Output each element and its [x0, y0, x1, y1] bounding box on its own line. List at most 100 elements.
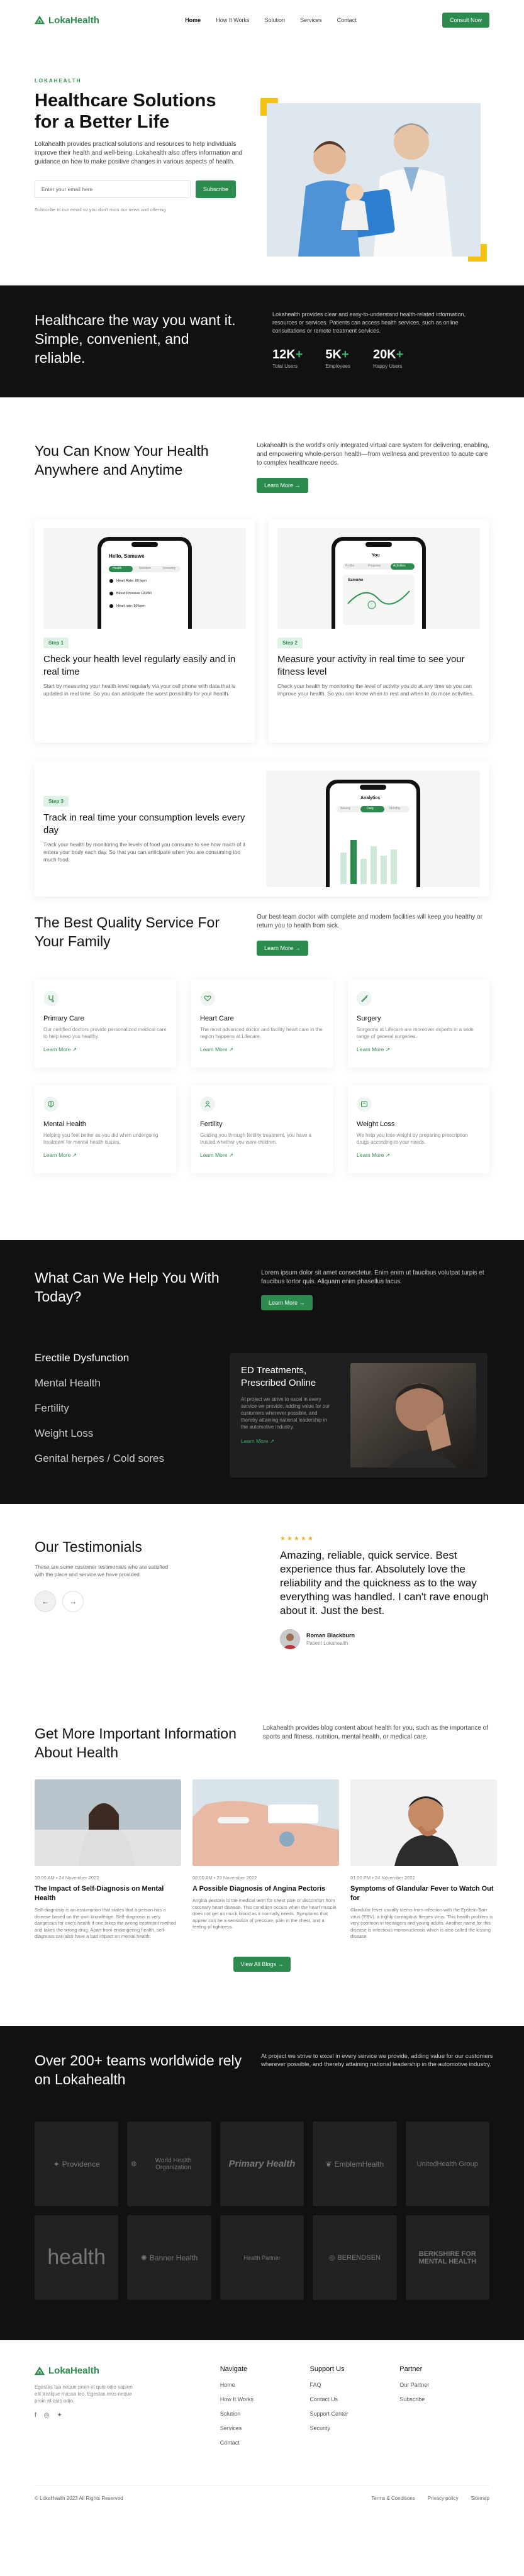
service-card-surgery[interactable]: Surgery Surgeons at Lifecare are moreove…: [348, 980, 489, 1068]
nav-link-solution[interactable]: Solution: [265, 17, 286, 23]
privacy-link[interactable]: Privacy policy: [428, 2496, 459, 2501]
step-badge: Step 3: [43, 796, 69, 807]
partner-logo-health-partner: Health Partner: [220, 2215, 304, 2300]
help-title: What Can We Help You With Today?: [35, 1269, 220, 1305]
services-title: The Best Quality Service For Your Family: [35, 914, 220, 949]
learn-more-label: Learn More: [200, 1046, 228, 1053]
footer-link-services[interactable]: Services: [220, 2425, 310, 2431]
help-description: Lorem ipsum dolor sit amet consectetur. …: [261, 1269, 484, 1285]
footer-about: Egestas tua neque proin et quis odio sap…: [35, 2384, 133, 2404]
help-item-fertility[interactable]: Fertility: [35, 1402, 164, 1415]
help-item-erectile-dysfunction[interactable]: Erectile Dysfunction: [35, 1352, 164, 1364]
hero-title: Healthcare Solutions for a Better Life: [35, 91, 216, 132]
service-learn-more-link[interactable]: Learn More ↗: [200, 1046, 324, 1053]
blog-post-image: [192, 1779, 339, 1866]
service-learn-more-link[interactable]: Learn More ↗: [43, 1046, 167, 1053]
footer-logo[interactable]: LokaHealth: [35, 2365, 220, 2376]
facebook-icon[interactable]: f: [35, 2412, 36, 2419]
footer-link-how-it-works[interactable]: How It Works: [220, 2396, 310, 2402]
blog-post-excerpt: Self-diagnosis is an assumption that sta…: [35, 1907, 176, 1939]
service-description: Guiding you through fertility treatment,…: [200, 1132, 311, 1145]
service-card-mental-health[interactable]: Mental Health Helping you feel better as…: [35, 1085, 176, 1173]
footer-link-security[interactable]: Security: [309, 2425, 399, 2431]
stat-label: Happy Users: [372, 363, 403, 369]
hero-description: Lokahealth provides practical solutions …: [35, 141, 243, 165]
services-description: Our best team doctor with complete and m…: [257, 914, 483, 929]
learn-more-label: Learn More: [264, 945, 294, 951]
phone-tab-health: Health: [113, 567, 122, 570]
sitemap-link[interactable]: Sitemap: [471, 2496, 489, 2501]
service-card-weight-loss[interactable]: Weight Loss We help you lose weight by p…: [348, 1085, 489, 1173]
partner-logo-emblemhealth: ❦ EmblemHealth: [313, 2121, 397, 2206]
blog-section: Get More Important Information About Hea…: [0, 1699, 524, 2026]
phone-tab-profile: Profile: [345, 564, 355, 568]
hero-image: [260, 98, 487, 262]
services-learn-more-button[interactable]: Learn More →: [257, 941, 308, 956]
service-card-heart-care[interactable]: Heart Care The most advanced doctor and …: [191, 980, 333, 1068]
footer-link-contact-us[interactable]: Contact Us: [309, 2396, 399, 2402]
service-description: Surgeons at Lifecare are moreover expert…: [357, 1027, 474, 1039]
help-item-mental-health[interactable]: Mental Health: [35, 1377, 164, 1390]
know-learn-more-button[interactable]: Learn More →: [257, 478, 308, 493]
step-description: Track your health by monitoring the leve…: [43, 841, 245, 863]
learn-more-label: Learn More: [43, 1046, 71, 1053]
footer-brand-name: LokaHealth: [48, 2365, 99, 2376]
partner-name: BERKSHIRE FOR MENTAL HEALTH: [418, 2250, 477, 2265]
blog-post-excerpt: Glandular fever usually stems from infec…: [350, 1907, 493, 1939]
footer-link-our-partner[interactable]: Our Partner: [399, 2382, 489, 2388]
service-card-fertility[interactable]: Fertility Guiding you through fertility …: [191, 1085, 333, 1173]
email-input[interactable]: Enter your email here: [35, 180, 191, 198]
footer-link-contact[interactable]: Contact: [220, 2440, 310, 2446]
service-learn-more-link[interactable]: Learn More ↗: [357, 1152, 481, 1159]
stat-number: 20K: [372, 348, 396, 362]
help-card-photo: [350, 1363, 476, 1468]
blog-post-image: [350, 1779, 497, 1866]
view-all-blogs-button[interactable]: View All Blogs →: [233, 1956, 291, 1972]
know-title: You Can Know Your Health Anywhere and An…: [35, 443, 209, 478]
help-item-weight-loss[interactable]: Weight Loss: [35, 1427, 164, 1440]
blog-post-card[interactable]: 08.00 AM • 23 November 2022 A Possible D…: [192, 1779, 339, 1940]
service-card-primary-care[interactable]: Primary Care Our certified doctors provi…: [35, 980, 176, 1068]
help-item-genital-herpes[interactable]: Genital herpes / Cold sores: [35, 1452, 164, 1465]
blog-post-date: 10.00 AM • 24 November 2022: [35, 1875, 99, 1881]
footer-link-support-center[interactable]: Support Center: [309, 2411, 399, 2417]
nav-link-home[interactable]: Home: [185, 17, 201, 23]
consult-now-button[interactable]: Consult Now: [442, 13, 489, 28]
service-learn-more-link[interactable]: Learn More ↗: [200, 1152, 324, 1159]
copyright: © LokaHealth 2023 All Rights Reserved: [35, 2496, 123, 2501]
prev-arrow-button[interactable]: ←: [35, 1591, 56, 1612]
terms-link[interactable]: Terms & Conditions: [371, 2496, 415, 2501]
stats-banner: Healthcare the way you want it. Simple, …: [0, 285, 524, 397]
instagram-icon[interactable]: ◎: [44, 2412, 50, 2419]
step-description: Check your health by monitoring the leve…: [277, 683, 474, 697]
footer-link-faq[interactable]: FAQ: [309, 2382, 399, 2388]
blog-post-card[interactable]: 01.00 PM • 24 November 2022 Symptoms of …: [350, 1779, 497, 1940]
phone-tab-activities: Activities: [393, 564, 406, 568]
footer-link-home[interactable]: Home: [220, 2382, 310, 2388]
subscribe-button[interactable]: Subscribe: [196, 180, 237, 198]
nav-link-services[interactable]: Services: [300, 17, 322, 23]
blog-post-excerpt: Angina pectoris is the medical term for …: [192, 1898, 337, 1930]
help-section: What Can We Help You With Today? Lorem i…: [0, 1240, 524, 1504]
view-all-label: View All Blogs: [240, 1960, 276, 1967]
footer-link-subscribe[interactable]: Subscribe: [399, 2396, 489, 2402]
footer-link-solution[interactable]: Solution: [220, 2411, 310, 2417]
partners-section: Over 200+ teams worldwide rely on Lokahe…: [0, 2026, 524, 2340]
next-arrow-button[interactable]: →: [62, 1591, 84, 1612]
brand-logo[interactable]: LokaHealth: [35, 15, 99, 26]
phone-greeting: Hello, Samuwe: [109, 553, 145, 559]
scale-icon: [357, 1097, 372, 1112]
footer-col-navigate: Navigate Home How It Works Solution Serv…: [220, 2365, 310, 2454]
service-learn-more-link[interactable]: Learn More ↗: [357, 1046, 481, 1053]
blog-description: Lokahealth provides blog content about h…: [263, 1725, 489, 1740]
partner-logo-banner-health: ✺ Banner Health: [127, 2215, 211, 2300]
arrow-right-icon: →: [294, 945, 301, 951]
help-learn-more-button[interactable]: Learn More →: [261, 1295, 313, 1310]
twitter-icon[interactable]: ✦: [57, 2412, 62, 2419]
brain-icon: [43, 1097, 59, 1112]
nav-link-how-it-works[interactable]: How It Works: [216, 17, 249, 23]
blog-post-card[interactable]: 10.00 AM • 24 November 2022 The Impact o…: [35, 1779, 181, 1940]
nav-link-contact[interactable]: Contact: [337, 17, 357, 23]
service-learn-more-link[interactable]: Learn More ↗: [43, 1152, 167, 1159]
partner-name: BERENDSEN: [337, 2253, 381, 2262]
